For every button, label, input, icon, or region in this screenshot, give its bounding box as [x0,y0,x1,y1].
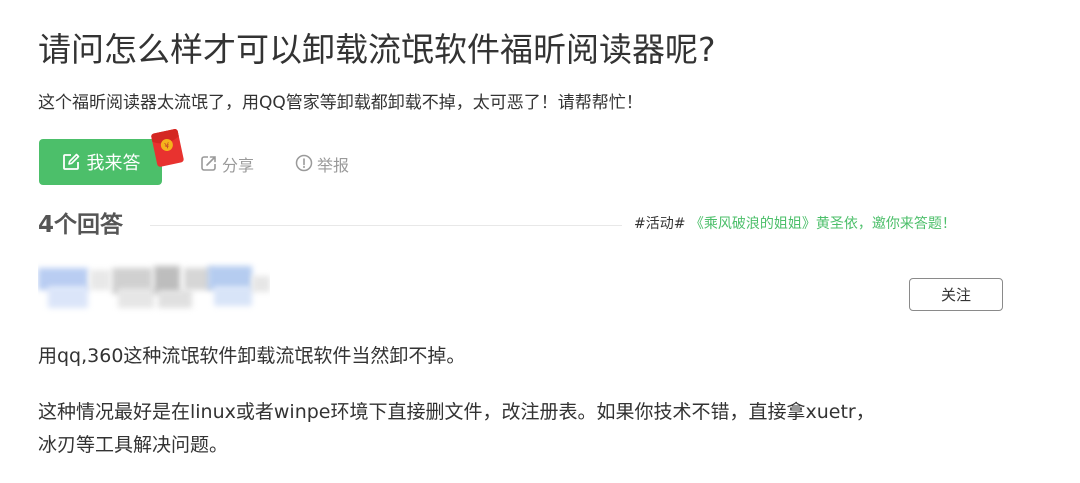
answer-button[interactable]: 我来答 [39,139,162,185]
report-button[interactable]: 举报 [295,154,349,178]
answer-paragraph-2-line-2: 冰刃等工具解决问题。 [38,434,229,456]
answerer-info-blurred [38,260,270,316]
edit-icon [61,152,81,172]
answers-count: 4个回答 [38,212,124,238]
answer-button-label: 我来答 [86,153,141,174]
section-divider [150,225,622,226]
answer-paragraph-2: 这种情况最好是在linux或者winpe环境下直接删文件，改注册表。如果你技术不… [38,396,1038,462]
activity-link[interactable]: 《乘风破浪的姐姐》黄圣依，邀你来答题！ [690,216,956,232]
activity-banner[interactable]: #活动# 《乘风破浪的姐姐》黄圣依，邀你来答题！ [634,214,956,234]
answer-paragraph-2-line-1: 这种情况最好是在linux或者winpe环境下直接删文件，改注册表。如果你技术不… [38,401,875,423]
share-button[interactable]: 分享 [200,154,254,178]
report-icon [295,154,313,178]
activity-tag: #活动# [634,216,686,232]
question-description: 这个福昕阅读器太流氓了，用QQ管家等卸载都卸载不掉，太可恶了！请帮帮忙！ [38,93,643,113]
follow-button[interactable]: 关注 [909,278,1003,311]
answer-paragraph-1: 用qq,360这种流氓软件卸载流氓软件当然卸不掉。 [38,345,466,367]
question-title: 请问怎么样才可以卸载流氓软件福昕阅读器呢? [38,30,716,69]
report-label: 举报 [317,156,350,175]
share-label: 分享 [222,156,255,175]
red-packet-icon[interactable]: ¥ [146,125,188,171]
share-icon [200,154,218,178]
